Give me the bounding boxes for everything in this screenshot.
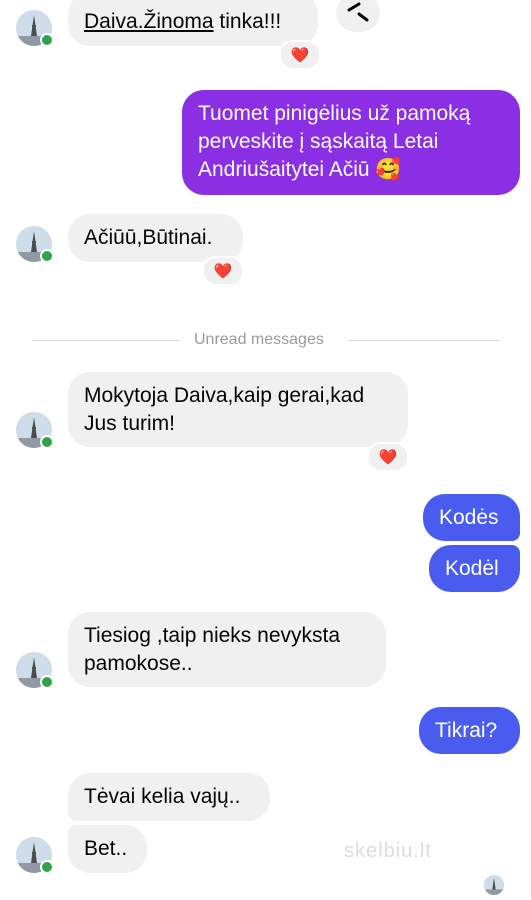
outgoing-message[interactable]: Tikrai?	[419, 707, 520, 754]
reaction-badge[interactable]: ❤️	[367, 442, 409, 472]
heart-icon: ❤️	[378, 449, 398, 466]
outgoing-message[interactable]: Tuomet pinigėlius už pamoką perveskite į…	[182, 90, 520, 195]
incoming-message[interactable]: Tiesiog ,taip nieks nevyksta pamokose..	[68, 612, 386, 687]
online-indicator	[40, 249, 54, 263]
message-text: Tikrai?	[435, 719, 498, 742]
message-link[interactable]: Daiva.Žinoma	[84, 10, 214, 33]
message-text: tinka!!!	[213, 10, 282, 33]
outgoing-message[interactable]: Kodės	[423, 494, 520, 541]
message-text: Bet..	[84, 837, 128, 860]
heart-icon: ❤️	[213, 263, 233, 280]
heart-icon: ❤️	[290, 47, 310, 64]
avatar-icon	[484, 875, 504, 895]
reaction-badge[interactable]: ❤️	[202, 256, 244, 286]
online-indicator	[40, 33, 54, 47]
incoming-message[interactable]: Bet..	[68, 825, 147, 873]
online-indicator	[40, 435, 54, 449]
avatar[interactable]	[16, 652, 54, 689]
incoming-message[interactable]: Daiva.Žinoma tinka!!!	[68, 0, 318, 46]
incoming-message[interactable]: Tėvai kelia vajų..	[68, 773, 270, 821]
incoming-message[interactable]: Ačiūū,Būtinai.	[68, 214, 243, 262]
share-button[interactable]	[336, 0, 380, 32]
message-text: Kodės	[439, 506, 499, 529]
divider-right	[348, 340, 500, 341]
watermark: skelbiu.lt	[344, 840, 432, 863]
avatar[interactable]	[16, 412, 54, 449]
message-text: Tiesiog ,taip nieks nevyksta pamokose..	[84, 624, 341, 675]
message-text: Tuomet pinigėlius už pamoką perveskite į…	[198, 102, 471, 181]
online-indicator	[40, 675, 54, 689]
reaction-badge[interactable]: ❤️	[279, 40, 321, 70]
message-text: Ačiūū,Būtinai.	[84, 226, 213, 249]
seen-receipt-avatar	[484, 875, 504, 895]
avatar[interactable]	[16, 226, 54, 263]
share-icon	[347, 2, 369, 22]
watermark-text: skelbiu.lt	[344, 840, 432, 862]
message-text: Kodėl	[445, 557, 499, 580]
incoming-message[interactable]: Mokytoja Daiva,kaip gerai,kad Jus turim!	[68, 372, 408, 447]
avatar[interactable]	[16, 10, 54, 47]
online-indicator	[40, 860, 54, 874]
message-text: Tėvai kelia vajų..	[84, 785, 241, 808]
avatar[interactable]	[16, 837, 54, 874]
message-text: Mokytoja Daiva,kaip gerai,kad Jus turim!	[84, 384, 365, 435]
outgoing-message[interactable]: Kodėl	[429, 545, 520, 592]
unread-messages-label: Unread messages	[194, 331, 324, 348]
divider-left	[32, 340, 180, 341]
